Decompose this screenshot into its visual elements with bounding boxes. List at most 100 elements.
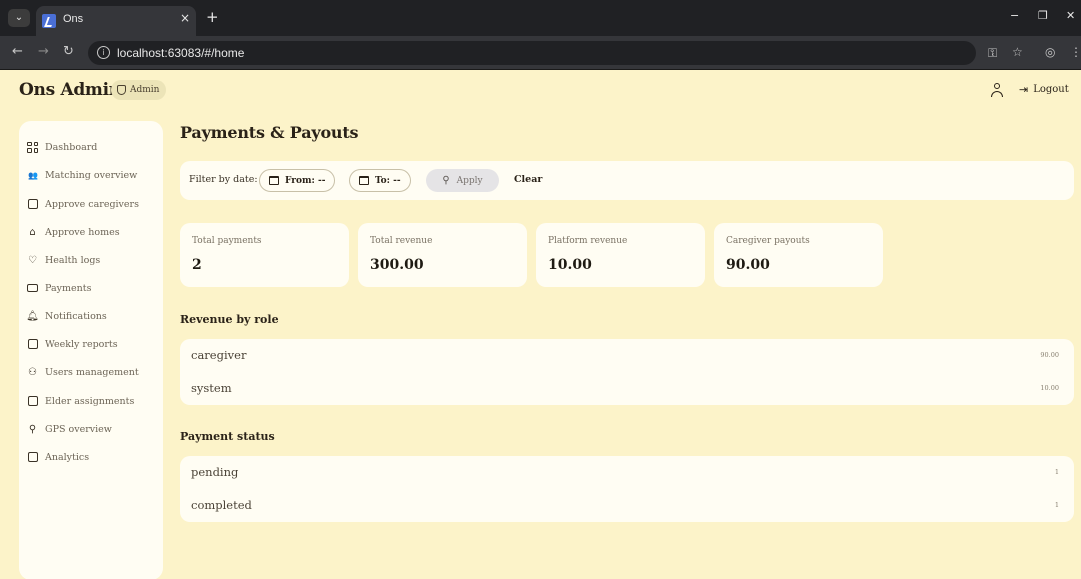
restore-window-button[interactable]: ❐ <box>1038 9 1048 22</box>
payment-status-list: pending 1 completed 1 <box>180 456 1074 522</box>
browser-address-bar: ← → ↻ i localhost:63083/#/home ⚿ ☆ ◎ ⋮ <box>0 36 1081 70</box>
stat-card-platform-revenue: Platform revenue 10.00 <box>536 223 705 287</box>
browser-tab[interactable]: Ons × <box>36 6 196 36</box>
assignment-icon <box>27 396 38 407</box>
tab-close-icon[interactable]: × <box>180 11 190 25</box>
to-date-label: To: -- <box>375 175 401 186</box>
stat-card-total-payments: Total payments 2 <box>180 223 349 287</box>
sidebar-item-label: Elder assignments <box>45 395 135 407</box>
row-label: system <box>191 381 232 395</box>
sidebar-item-users-management[interactable]: ⚇ Users management <box>27 363 139 381</box>
app-brand-title: Ons Admin <box>19 80 121 100</box>
password-key-icon[interactable]: ⚿ <box>988 46 997 61</box>
people-group-icon: 👥 <box>28 170 38 180</box>
sidebar-item-label: Users management <box>45 366 139 378</box>
stat-label: Total payments <box>192 236 262 246</box>
new-tab-button[interactable]: + <box>206 8 219 26</box>
sidebar-item-label: Approve caregivers <box>45 198 139 210</box>
to-date-button[interactable]: To: -- <box>349 169 411 192</box>
sidebar-item-label: Notifications <box>45 310 107 322</box>
id-badge-icon <box>27 199 38 210</box>
logout-icon: ⇥ <box>1019 83 1029 96</box>
sidebar-item-analytics[interactable]: Analytics <box>27 448 89 466</box>
sidebar-nav: Dashboard 👥 Matching overview Approve ca… <box>19 121 163 579</box>
users-icon: ⚇ <box>28 366 37 378</box>
list-item: caregiver 90.00 <box>180 339 1074 372</box>
sidebar-item-label: Health logs <box>45 254 101 266</box>
calendar-icon <box>359 176 369 185</box>
calendar-icon <box>269 176 279 185</box>
revenue-by-role-list: caregiver 90.00 system 10.00 <box>180 339 1074 405</box>
stat-card-total-revenue: Total revenue 300.00 <box>358 223 527 287</box>
row-label: pending <box>191 465 239 479</box>
sidebar-item-label: Matching overview <box>45 169 138 181</box>
page-title: Payments & Payouts <box>180 123 359 142</box>
stat-card-caregiver-payouts: Caregiver payouts 90.00 <box>714 223 883 287</box>
role-badge-label: Admin <box>130 85 160 95</box>
row-value: 90.00 <box>1040 351 1059 359</box>
clear-filter-button[interactable]: Clear <box>514 174 542 185</box>
filter-label: Filter by date: <box>189 174 258 185</box>
date-filter-bar: Filter by date: From: -- To: -- ⚲ Apply … <box>180 161 1074 200</box>
sidebar-item-approve-caregivers[interactable]: Approve caregivers <box>27 195 139 213</box>
report-icon <box>27 339 38 350</box>
row-value: 1 <box>1054 501 1059 509</box>
sidebar-item-label: Analytics <box>45 451 90 463</box>
analytics-icon <box>27 452 38 463</box>
row-value: 10.00 <box>1040 384 1059 392</box>
minimize-window-button[interactable]: − <box>1010 9 1019 22</box>
stat-value: 2 <box>192 257 202 273</box>
profile-icon[interactable]: ◎ <box>1045 45 1055 59</box>
sidebar-item-label: Dashboard <box>45 141 98 153</box>
list-item: pending 1 <box>180 456 1074 489</box>
home-icon: ⌂ <box>29 226 36 238</box>
stat-label: Caregiver payouts <box>726 236 810 246</box>
sidebar-item-dashboard[interactable]: Dashboard <box>27 138 97 156</box>
sidebar-item-elder-assignments[interactable]: Elder assignments <box>27 392 134 410</box>
from-date-label: From: -- <box>285 175 326 186</box>
url-text[interactable]: localhost:63083/#/home <box>117 46 244 60</box>
sidebar-item-payments[interactable]: Payments <box>27 279 91 297</box>
sidebar-item-label: Weekly reports <box>45 338 118 350</box>
sidebar-item-matching-overview[interactable]: 👥 Matching overview <box>27 166 137 184</box>
site-info-icon[interactable]: i <box>97 46 110 59</box>
sidebar-item-approve-homes[interactable]: ⌂ Approve homes <box>27 223 120 241</box>
close-window-button[interactable]: ✕ <box>1066 9 1075 22</box>
sidebar-item-label: Approve homes <box>45 226 120 238</box>
apply-filter-button[interactable]: ⚲ Apply <box>426 169 499 192</box>
stat-value: 300.00 <box>370 257 424 273</box>
revenue-by-role-title: Revenue by role <box>180 313 279 326</box>
search-icon: ⚲ <box>442 175 450 186</box>
logout-button[interactable]: ⇥ Logout <box>1019 83 1069 96</box>
row-label: completed <box>191 498 252 512</box>
sidebar-item-label: Payments <box>45 282 92 294</box>
role-badge: Admin <box>111 80 167 100</box>
heart-icon: ♡ <box>28 254 37 266</box>
logout-label: Logout <box>1033 84 1069 95</box>
back-arrow-icon[interactable]: ← <box>12 44 23 59</box>
row-value: 1 <box>1054 468 1059 476</box>
stat-value: 90.00 <box>726 257 770 273</box>
tab-title: Ons <box>63 13 84 25</box>
reload-icon[interactable]: ↻ <box>63 44 74 59</box>
stat-label: Total revenue <box>370 236 433 246</box>
browser-menu-icon[interactable]: ⋮ <box>1070 45 1081 59</box>
shield-icon <box>117 85 126 95</box>
tab-search-menu-button[interactable]: ⌄ <box>8 9 30 27</box>
payments-icon <box>27 283 38 294</box>
row-label: caregiver <box>191 348 247 362</box>
sidebar-item-notifications[interactable]: 🔔︎ Notifications <box>26 307 107 325</box>
sidebar-item-health-logs[interactable]: ♡ Health logs <box>27 251 100 269</box>
url-bar[interactable]: i localhost:63083/#/home <box>88 41 976 65</box>
apply-label: Apply <box>456 175 483 186</box>
sidebar-item-weekly-reports[interactable]: Weekly reports <box>27 335 118 353</box>
payment-status-title: Payment status <box>180 430 275 443</box>
list-item: system 10.00 <box>180 372 1074 405</box>
forward-arrow-icon[interactable]: → <box>38 44 49 59</box>
bookmark-star-icon[interactable]: ☆ <box>1012 45 1023 59</box>
profile-user-icon[interactable] <box>990 82 1004 98</box>
sidebar-item-gps-overview[interactable]: ⚲ GPS overview <box>27 420 112 438</box>
from-date-button[interactable]: From: -- <box>259 169 336 192</box>
dashboard-grid-icon <box>27 141 38 153</box>
list-item: completed 1 <box>180 489 1074 522</box>
